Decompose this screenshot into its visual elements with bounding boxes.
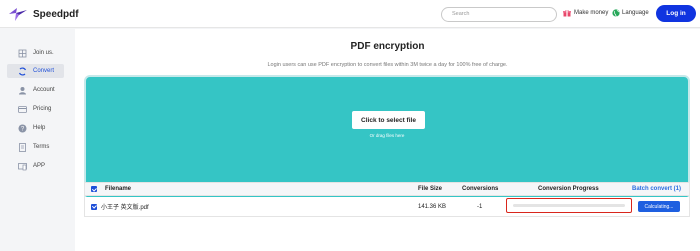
language-selector[interactable]: Language <box>612 9 649 17</box>
brand-name: Speedpdf <box>33 8 79 20</box>
globe-icon <box>612 9 620 17</box>
sidebar-item-help[interactable]: ? Help <box>7 121 64 135</box>
sidebar-item-label: APP <box>33 163 46 169</box>
pricing-icon <box>17 104 27 114</box>
account-icon <box>17 85 27 95</box>
login-button[interactable]: Log in <box>656 5 696 22</box>
row-conversions: -1 <box>477 203 483 210</box>
top-header: Speedpdf Search Make money Language Log … <box>0 0 700 28</box>
make-money-link[interactable]: Make money <box>563 9 608 17</box>
sidebar-item-convert[interactable]: Convert <box>7 64 64 78</box>
progress-highlight <box>506 198 632 213</box>
row-filename: 小王子 英文版.pdf <box>101 205 149 211</box>
convert-icon <box>17 66 27 76</box>
sidebar-item-terms[interactable]: Terms <box>7 140 64 154</box>
drop-hint: Or drag files here <box>369 133 405 138</box>
join-icon <box>17 48 27 58</box>
sidebar-item-label: Account <box>33 87 55 93</box>
progress-bar <box>513 204 625 207</box>
table-row: 小王子 英文版.pdf 141.36 KB -1 Calculating... <box>84 197 690 217</box>
header-filename: Filename <box>105 186 132 192</box>
page-subtitle: Login users can use PDF encryption to co… <box>267 62 508 68</box>
search-input[interactable]: Search <box>441 7 557 22</box>
make-money-label: Make money <box>574 10 609 16</box>
row-checkbox[interactable] <box>91 197 97 216</box>
sidebar-item-app[interactable]: APP <box>7 159 64 173</box>
sidebar-item-pricing[interactable]: Pricing <box>7 102 64 116</box>
sidebar-item-label: Help <box>33 125 46 131</box>
sidebar-item-label: Join us. <box>33 50 54 56</box>
help-icon: ? <box>17 123 27 133</box>
table-header: Filename File Size Conversions Conversio… <box>84 182 690 196</box>
language-label: Language <box>622 10 649 16</box>
header-progress: Conversion Progress <box>538 186 599 192</box>
select-file-button[interactable]: Click to select file <box>352 111 425 129</box>
sidebar-item-join-us[interactable]: Join us. <box>7 46 64 60</box>
main-content: PDF encryption Login users can use PDF e… <box>75 29 700 251</box>
header-file-size: File Size <box>418 186 443 192</box>
select-all-checkbox[interactable] <box>91 183 97 195</box>
sidebar-item-label: Convert <box>33 68 55 74</box>
sidebar: Join us. Convert Account Pricing ? Help … <box>0 29 74 251</box>
search-placeholder: Search <box>452 11 470 17</box>
app-icon <box>17 161 27 171</box>
sidebar-item-label: Pricing <box>33 106 52 112</box>
sidebar-item-label: Terms <box>33 144 50 150</box>
header-conversions: Conversions <box>462 186 499 192</box>
gift-icon <box>563 9 571 17</box>
terms-icon <box>17 142 27 152</box>
page-title: PDF encryption <box>350 41 425 52</box>
batch-convert-link[interactable]: Batch convert (1) <box>632 183 681 195</box>
calculating-button[interactable]: Calculating... <box>638 201 680 212</box>
speedpdf-logo-icon <box>9 8 27 21</box>
brand-logo[interactable]: Speedpdf <box>8 6 79 22</box>
row-file-size: 141.36 KB <box>418 203 447 210</box>
sidebar-item-account[interactable]: Account <box>7 83 64 97</box>
